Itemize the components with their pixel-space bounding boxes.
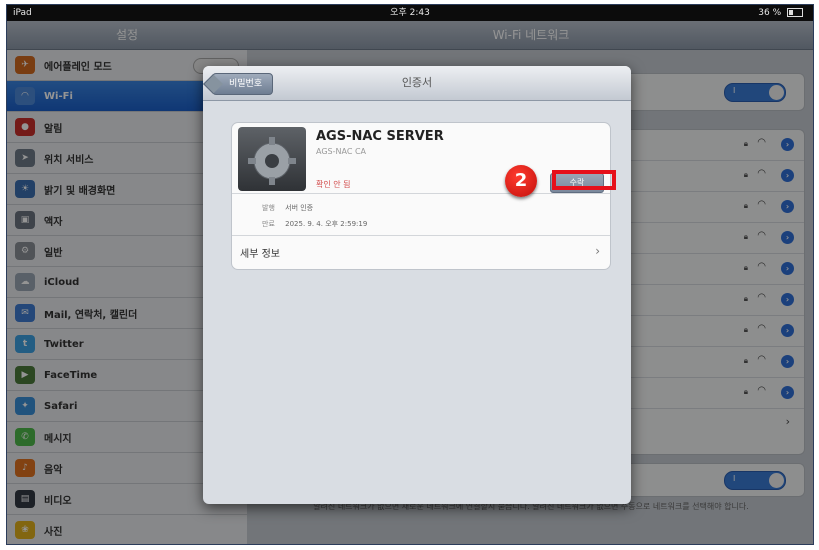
certificate-card: AGS-NAC SERVER AGS-NAC CA 확인 안 됨 수락 발행 서… [231,122,611,270]
certificate-modal: 비밀번호 인증서 AGS-NAC SERVER AGS-NAC CA 확인 안 … [203,66,631,504]
battery-percent: 36 % [758,8,782,18]
modal-title: 인증서 [401,76,433,89]
detail-value: 서버 인증 [285,204,314,212]
more-details-label: 세부 정보 [240,249,280,260]
battery-icon [787,8,803,17]
annotation-highlight-box [552,170,616,190]
annotation-step-badge: 2 [505,165,537,197]
certificate-name: AGS-NAC SERVER [316,129,444,144]
clock: 오후 2:43 [390,8,430,18]
certificate-status: 확인 안 됨 [316,180,351,189]
chevron-right-icon: › [595,244,600,258]
battery-status: 36 % [758,5,803,21]
more-details-row[interactable]: 세부 정보 › [232,236,610,268]
detail-value: 2025. 9. 4. 오후 2:59:19 [285,220,368,228]
gear-icon [248,137,296,185]
status-bar: iPad 오후 2:43 36 % [7,5,813,21]
certificate-detail-row: 만료 2025. 9. 4. 오후 2:59:19 [262,219,367,229]
divider [232,193,610,194]
ipad-screen: iPad 오후 2:43 36 % 설정 ✈ 에어플레인 모드 ◠ Wi-Fi … [6,4,814,545]
modal-navbar: 비밀번호 인증서 [203,66,631,101]
certificate-detail-row: 발행 서버 인증 [262,203,313,213]
detail-key: 만료 [262,220,275,228]
certificate-issuer: AGS-NAC CA [316,147,366,156]
detail-key: 발행 [262,204,275,212]
